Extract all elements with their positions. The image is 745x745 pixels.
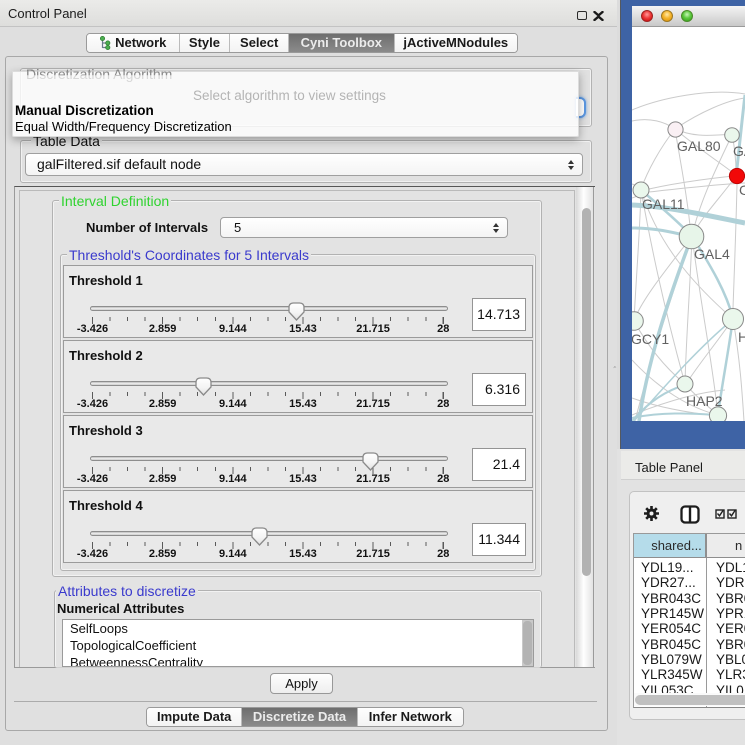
svg-text:GA: GA [733, 143, 745, 159]
svg-text:GCY1: GCY1 [632, 331, 669, 347]
svg-text:HI: HI [738, 329, 745, 345]
svg-text:GAL4: GAL4 [694, 246, 730, 262]
svg-text:HAP2: HAP2 [686, 393, 723, 409]
svg-text:GAL11: GAL11 [642, 196, 685, 212]
svg-text:GAL80: GAL80 [677, 138, 721, 154]
svg-text:CD: CD [739, 182, 745, 198]
